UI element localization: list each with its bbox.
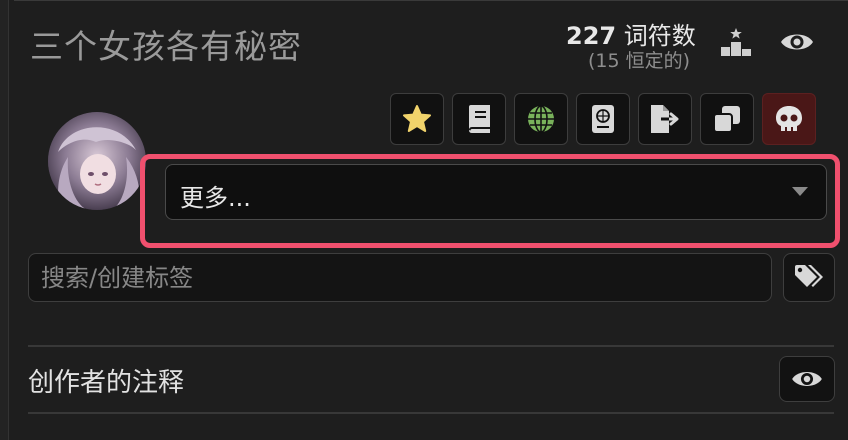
top-divider bbox=[14, 0, 848, 5]
more-options-dropdown[interactable]: 更多... bbox=[165, 164, 827, 220]
star-icon bbox=[403, 105, 431, 132]
skull-icon bbox=[776, 106, 802, 131]
character-name: 三个女孩各有秘密 bbox=[30, 27, 302, 66]
tags-button[interactable] bbox=[783, 253, 835, 302]
permanent-token-count: (15 恒定的) bbox=[588, 50, 691, 72]
section-divider bbox=[28, 345, 834, 347]
persona-passport-button[interactable] bbox=[576, 93, 630, 145]
eye-icon bbox=[792, 372, 822, 386]
passport-icon bbox=[592, 105, 614, 133]
clone-icon bbox=[713, 106, 740, 133]
favorite-button[interactable] bbox=[390, 93, 444, 145]
duplicate-button[interactable] bbox=[700, 93, 754, 145]
more-options-value: 更多... bbox=[180, 184, 251, 212]
globe-icon bbox=[528, 105, 554, 133]
file-export-icon bbox=[651, 105, 679, 133]
export-button[interactable] bbox=[638, 93, 692, 145]
tag-search-input[interactable] bbox=[28, 253, 772, 302]
toggle-creator-notes-button[interactable] bbox=[779, 356, 835, 402]
world-info-button[interactable] bbox=[514, 93, 568, 145]
eye-icon[interactable] bbox=[777, 22, 817, 62]
character-action-toolbar bbox=[390, 93, 816, 145]
tags-icon bbox=[795, 264, 823, 287]
delete-character-button[interactable] bbox=[762, 93, 816, 145]
book-icon bbox=[469, 105, 490, 133]
avatar[interactable] bbox=[48, 112, 146, 210]
section-divider bbox=[28, 412, 834, 414]
advanced-definitions-button[interactable] bbox=[452, 93, 506, 145]
ranking-podium-icon[interactable] bbox=[716, 22, 756, 62]
creator-notes-label: 创作者的注释 bbox=[28, 368, 185, 398]
caret-down-icon bbox=[792, 187, 808, 196]
left-panel-edge bbox=[0, 0, 9, 440]
